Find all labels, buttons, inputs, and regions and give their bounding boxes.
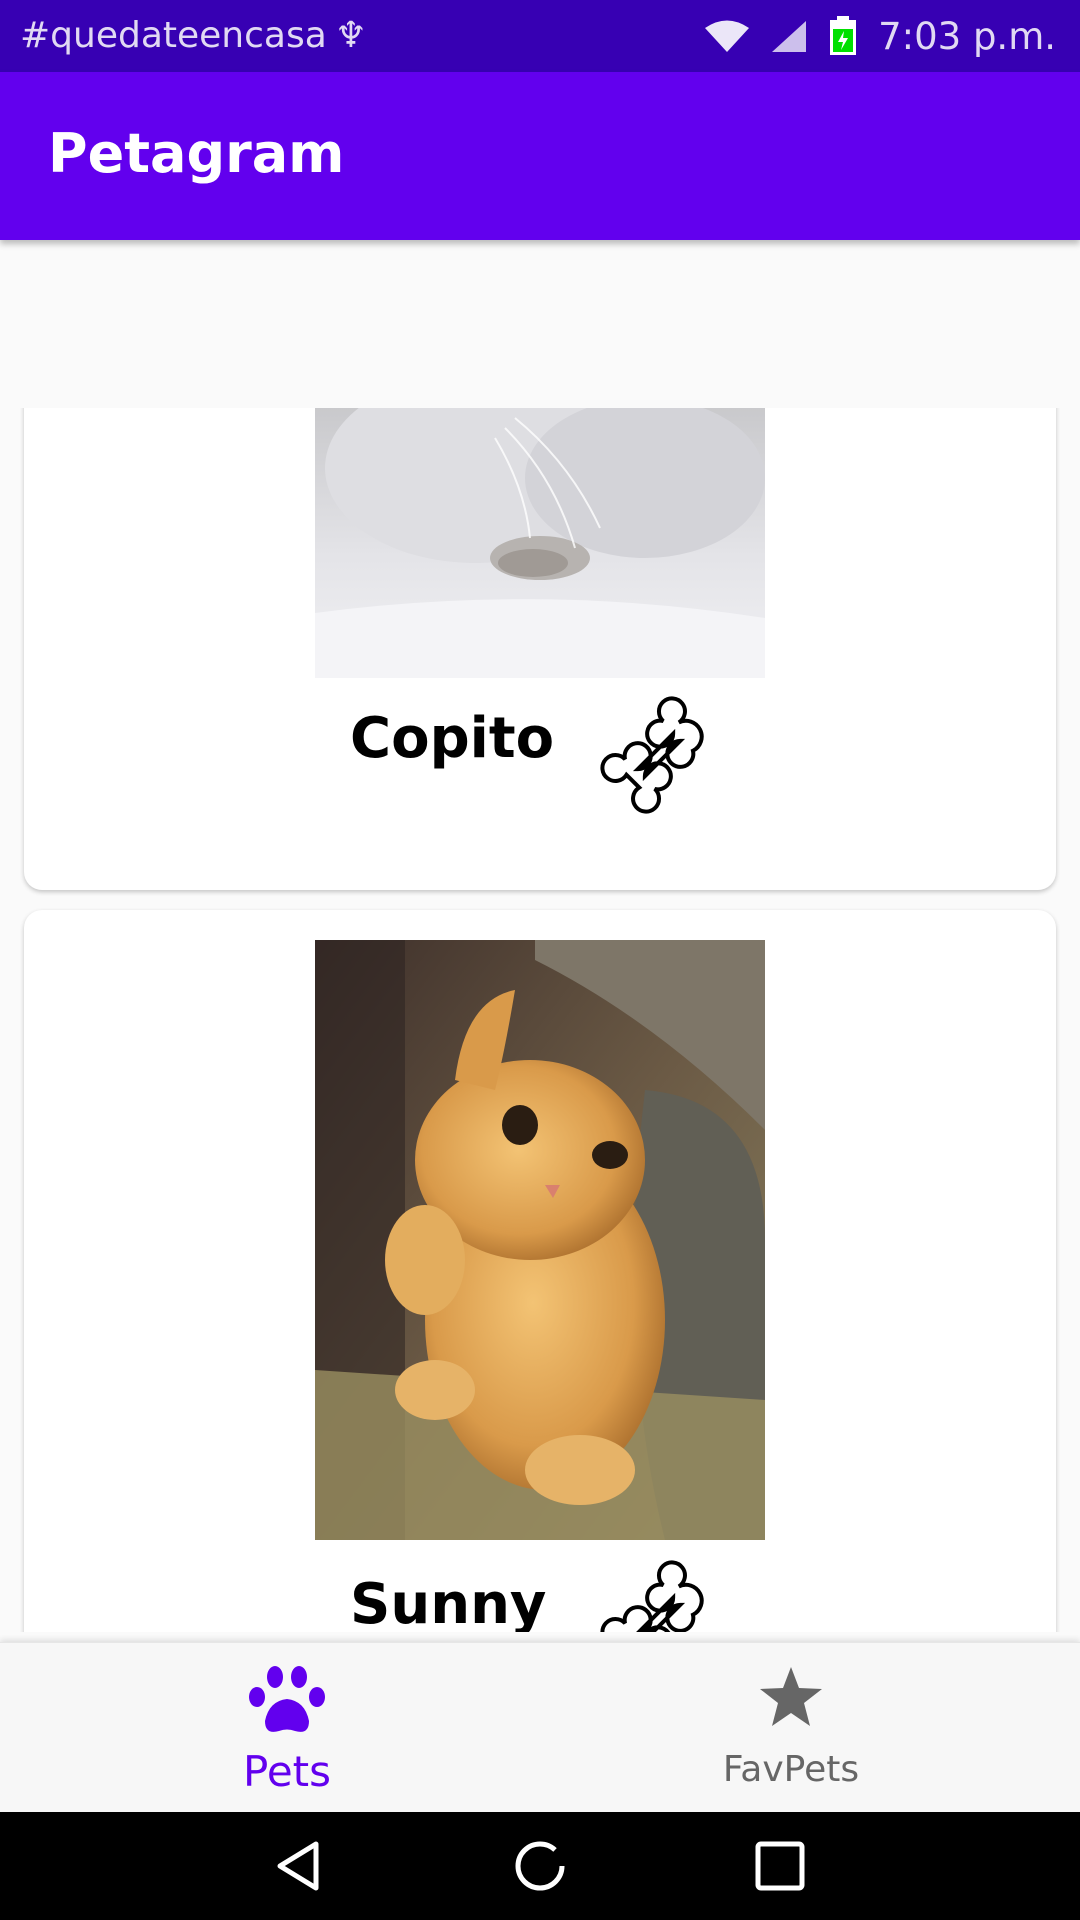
nav-item-pets[interactable]: Pets <box>17 1643 557 1813</box>
pet-card[interactable]: Copito <box>24 408 1056 890</box>
status-left: #quedateencasa ♆ <box>20 0 367 72</box>
home-icon[interactable] <box>510 1836 570 1896</box>
pet-name: Sunny <box>350 1572 547 1632</box>
usb-icon: ♆ <box>334 15 368 56</box>
app-bar: Petagram <box>0 72 1080 240</box>
bone-icon[interactable] <box>594 1554 724 1632</box>
status-right: 7:03 p.m. <box>704 0 1056 72</box>
paw-icon <box>249 1666 325 1732</box>
battery-charging-icon <box>830 16 857 55</box>
back-icon[interactable] <box>270 1836 330 1896</box>
status-bar: #quedateencasa ♆ 7:03 p.m. <box>0 0 1080 72</box>
star-icon <box>760 1667 822 1726</box>
status-hashtag: #quedateencasa <box>20 15 327 56</box>
pet-list[interactable]: Copito Sunny <box>0 408 1080 1632</box>
nav-label-favpets: FavPets <box>722 1749 860 1790</box>
system-navigation-bar <box>0 1812 1080 1920</box>
wifi-icon <box>705 20 750 52</box>
pet-card[interactable]: Sunny <box>24 910 1056 1632</box>
cell-signal-icon <box>772 21 807 52</box>
pet-photo-white-cat <box>315 408 765 678</box>
status-time: 7:03 p.m. <box>878 14 1056 58</box>
recents-icon[interactable] <box>750 1836 810 1896</box>
pet-name: Copito <box>350 706 555 771</box>
bottom-navigation: Pets FavPets <box>0 1642 1080 1813</box>
nav-item-favpets[interactable]: FavPets <box>521 1643 1061 1813</box>
nav-label-pets: Pets <box>242 1747 332 1796</box>
bone-icon[interactable] <box>594 690 724 820</box>
pet-photo-orange-kitten <box>315 940 765 1540</box>
app-title: Petagram <box>48 122 345 185</box>
